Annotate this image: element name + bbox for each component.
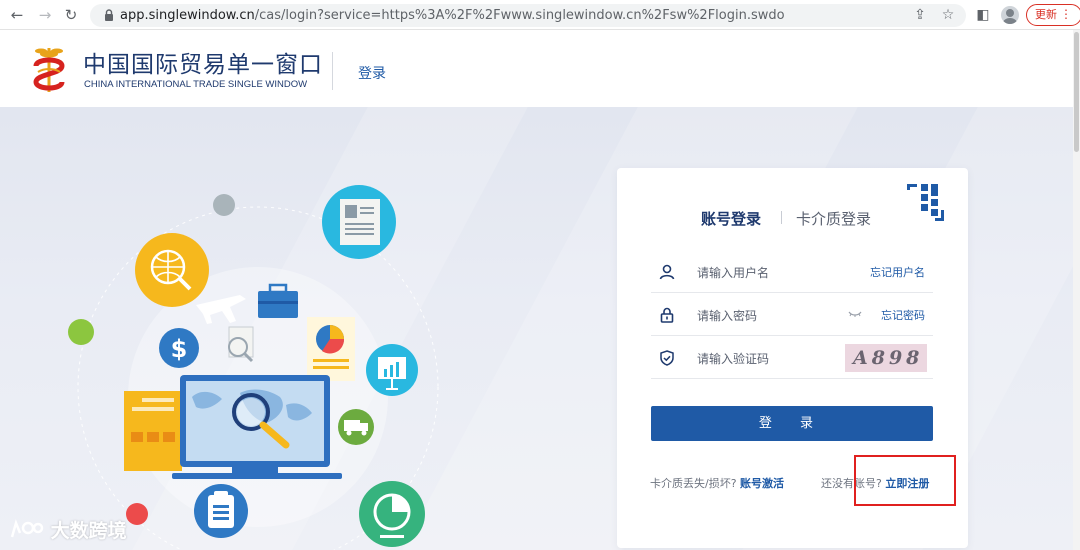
username-placeholder: 请输入用户名 bbox=[697, 266, 770, 280]
captcha-text: A898 bbox=[853, 347, 924, 369]
globe-search-icon bbox=[135, 233, 209, 307]
user-icon bbox=[659, 264, 675, 280]
reload-icon[interactable]: ↻ bbox=[62, 6, 80, 24]
more-icon: ⋮ bbox=[1060, 7, 1072, 21]
captcha-placeholder: 请输入验证码 bbox=[697, 352, 770, 366]
qr-code-icon[interactable] bbox=[907, 184, 945, 222]
password-field[interactable]: 请输入密码 忘记密码 bbox=[651, 294, 933, 336]
tab-card-login[interactable]: 卡介质登录 bbox=[796, 208, 871, 229]
document-icon bbox=[322, 185, 396, 259]
profile-icon[interactable] bbox=[1001, 6, 1019, 24]
monitor-map-icon bbox=[172, 375, 342, 479]
card-lost-text: 卡介质丢失/损坏? bbox=[650, 477, 737, 490]
truck-icon bbox=[338, 409, 374, 445]
tab-separator bbox=[781, 211, 782, 224]
trade-illustration: $ bbox=[68, 185, 439, 550]
share-icon[interactable]: ⇪ bbox=[912, 7, 928, 23]
activate-account-link[interactable]: 账号激活 bbox=[740, 477, 784, 490]
forward-icon[interactable]: → bbox=[36, 6, 54, 24]
captcha-image[interactable]: A898 bbox=[845, 344, 927, 372]
register-highlight-box bbox=[854, 455, 956, 506]
login-submit-button[interactable]: 登 录 bbox=[651, 406, 933, 441]
padlock-icon bbox=[660, 307, 674, 323]
back-icon[interactable]: ← bbox=[8, 6, 26, 24]
header-login-link[interactable]: 登录 bbox=[358, 63, 386, 83]
watermark: 大数跨境 bbox=[10, 516, 127, 543]
address-bar[interactable]: app.singlewindow.cn/cas/login?service=ht… bbox=[90, 4, 966, 27]
green-dot bbox=[68, 319, 94, 345]
forms-icon bbox=[124, 391, 182, 471]
captcha-field[interactable]: 请输入验证码 A898 bbox=[651, 337, 933, 379]
dollar-icon: $ bbox=[159, 328, 199, 368]
search-doc-icon bbox=[228, 326, 254, 363]
password-placeholder: 请输入密码 bbox=[697, 309, 758, 323]
svg-text:$: $ bbox=[171, 335, 188, 363]
watermark-logo-icon bbox=[10, 519, 44, 538]
presentation-icon bbox=[366, 344, 418, 396]
pie-report-icon bbox=[307, 317, 355, 381]
browser-toolbar: ← → ↻ app.singlewindow.cn/cas/login?serv… bbox=[0, 0, 1080, 30]
header-divider bbox=[332, 52, 333, 90]
logo-subtitle: CHINA INTERNATIONAL TRADE SINGLE WINDOW bbox=[84, 79, 308, 90]
grey-dot bbox=[213, 194, 235, 216]
watermark-text: 大数跨境 bbox=[50, 520, 127, 542]
username-field[interactable]: 请输入用户名 忘记用户名 bbox=[651, 251, 933, 293]
forgot-username-link[interactable]: 忘记用户名 bbox=[870, 264, 925, 280]
side-panel-icon[interactable]: ◧ bbox=[974, 6, 992, 24]
url-text: app.singlewindow.cn/cas/login?service=ht… bbox=[120, 8, 785, 23]
forgot-password-link[interactable]: 忘记密码 bbox=[881, 307, 925, 323]
update-button[interactable]: 更新 ⋮ bbox=[1026, 4, 1080, 26]
shield-check-icon bbox=[660, 350, 674, 366]
page-scrollbar-thumb[interactable] bbox=[1074, 32, 1079, 152]
tab-account-login[interactable]: 账号登录 bbox=[701, 208, 761, 229]
eye-closed-icon[interactable] bbox=[848, 310, 862, 318]
site-header: 中国国际贸易单一窗口 CHINA INTERNATIONAL TRADE SIN… bbox=[0, 30, 1080, 107]
red-dot bbox=[126, 503, 148, 525]
lock-icon bbox=[105, 9, 113, 21]
card-lost-line: 卡介质丢失/损坏? 账号激活 bbox=[650, 475, 784, 491]
star-icon[interactable]: ☆ bbox=[940, 7, 956, 23]
pie-chart-icon bbox=[359, 481, 425, 547]
clipboard-icon bbox=[194, 484, 248, 538]
single-window-logo-icon bbox=[33, 48, 65, 92]
logo-title: 中国国际贸易单一窗口 bbox=[83, 52, 323, 78]
